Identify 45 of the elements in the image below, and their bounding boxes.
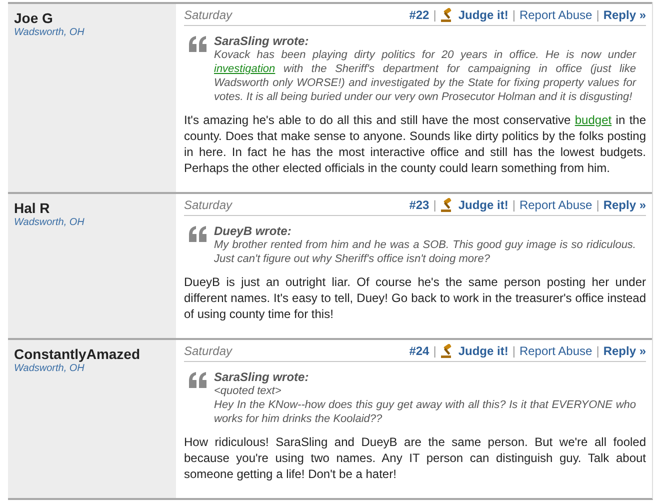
- text-link[interactable]: investigation: [214, 63, 276, 75]
- post-text: DueyB is just an outright liar. Of course he's the same person posting her under different names. It's easy to tell, Duey! Go back to work in the treasurer's office instead of using county time for this!: [184, 274, 646, 322]
- author-name: Hal R: [14, 200, 51, 216]
- author-name: ConstantlyAmazed: [14, 346, 142, 362]
- separator: |: [596, 8, 600, 22]
- text-link[interactable]: budget: [574, 113, 612, 127]
- quote-text: <quoted text>: [214, 384, 282, 398]
- post-date: Saturday: [184, 8, 232, 22]
- author-location: Wadsworth, OH: [14, 363, 86, 374]
- separator: |: [512, 198, 516, 212]
- quote-author: DueyB wrote:: [214, 224, 292, 238]
- separator: |: [596, 344, 600, 358]
- separator: |: [433, 8, 436, 22]
- post-date: Saturday: [184, 198, 232, 212]
- author-location: Wadsworth, OH: [14, 217, 86, 228]
- separator: |: [433, 344, 436, 358]
- post-number-link[interactable]: #23: [409, 198, 430, 212]
- reply-link[interactable]: Reply »: [603, 344, 646, 358]
- report-abuse-link[interactable]: Report Abuse: [519, 344, 592, 358]
- separator: |: [433, 198, 436, 212]
- reply-link[interactable]: Reply »: [603, 8, 646, 22]
- post-number-link[interactable]: #24: [409, 344, 430, 358]
- post-date: Saturday: [184, 344, 232, 358]
- quote-text: My brother rented from him and he was a SOB. This good guy image is so ridiculous. Just can't figure out why Sheriff's office isn't doing more?: [214, 238, 636, 266]
- quote-text: Kovack has been playing dirty politics for 20 years in office. He is now under investigation with the Sheriff's department for campaigning in office (just like Wadsworth only WORSE!) and investigated by the State for fixing property values for votes. It is all being buried under our very own Prosecutor Holman and it is disgusting!: [214, 48, 636, 104]
- separator: |: [512, 8, 516, 22]
- judge-it-link[interactable]: Judge it!: [458, 198, 508, 212]
- reply-link[interactable]: Reply »: [603, 198, 646, 212]
- report-abuse-link[interactable]: Report Abuse: [519, 8, 592, 22]
- post-text: It's amazing he's able to do all this and still have the most conservative budget in the county. Does that make sense to anyone. Sounds like dirty politics by the folks posting in here. In fact he has the most interactive office and still has the lowest budgets. Perhaps the other elected officials in the county could learn something from him.: [184, 112, 646, 176]
- author-name: Joe G: [14, 10, 54, 26]
- separator: |: [596, 198, 600, 212]
- author-location: Wadsworth, OH: [14, 27, 86, 38]
- quote-author: SaraSling wrote:: [214, 34, 310, 48]
- post-number-link[interactable]: #22: [409, 8, 430, 22]
- quote-author: SaraSling wrote:: [214, 370, 310, 384]
- quote-text: Hey In the KNow--how does this guy get away with all this? Is it that EVERYONE who works for him drinks the Koolaid??: [214, 398, 636, 426]
- separator: |: [512, 344, 516, 358]
- post-text: How ridiculous! SaraSling and DueyB are the same person. But we're all fooled because you're using two names. Any IT person can distinguish guy. Talk about someone getting a life! Don't be a hater!: [184, 434, 646, 482]
- quote-icon: [188, 36, 208, 52]
- judge-it-link[interactable]: Judge it!: [458, 8, 508, 22]
- quote-icon: [188, 372, 208, 388]
- judge-it-link[interactable]: Judge it!: [458, 344, 508, 358]
- quote-icon: [188, 226, 208, 242]
- report-abuse-link[interactable]: Report Abuse: [519, 198, 592, 212]
